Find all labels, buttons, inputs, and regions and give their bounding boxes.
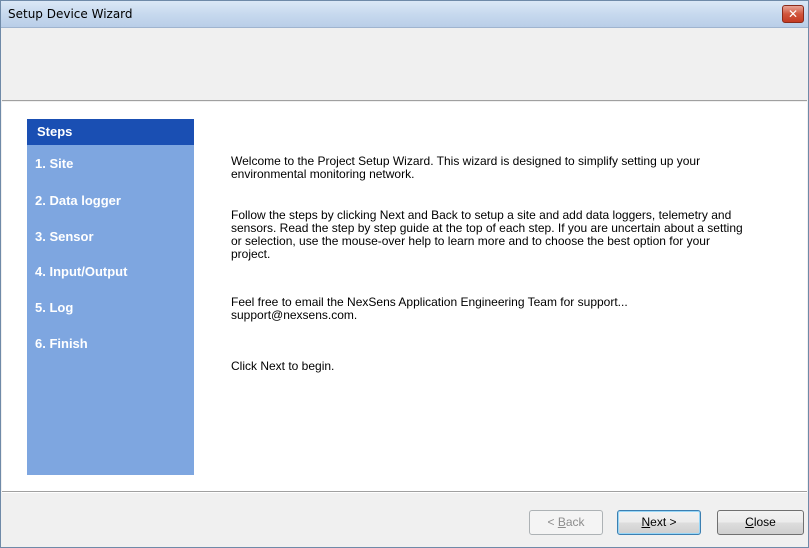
close-button-label: lose — [753, 515, 776, 529]
step-log: 5. Log — [35, 300, 74, 315]
wizard-header-area — [2, 29, 807, 101]
next-button[interactable]: Next > — [617, 510, 701, 535]
next-button-label: ext > — [650, 515, 677, 529]
next-button-mnemonic: N — [641, 515, 651, 529]
title-bar[interactable]: Setup Device Wizard ✕ — [1, 1, 808, 28]
steps-panel: Steps 1. Site 2. Data logger 3. Sensor 4… — [27, 119, 194, 475]
begin-prompt: Click Next to begin. — [231, 359, 335, 373]
footer-divider-highlight — [2, 492, 807, 493]
back-button[interactable]: < Back — [529, 510, 603, 535]
welcome-paragraph: Welcome to the Project Setup Wizard. Thi… — [231, 154, 701, 181]
support-email: support@nexsens.com. — [231, 308, 358, 322]
close-window-icon[interactable]: ✕ — [782, 5, 804, 23]
back-button-prefix: < — [547, 515, 558, 529]
wizard-content: Steps 1. Site 2. Data logger 3. Sensor 4… — [2, 103, 807, 491]
step-sensor: 3. Sensor — [35, 229, 94, 244]
steps-header: Steps — [27, 119, 194, 145]
close-button-mnemonic: C — [745, 515, 754, 529]
step-data-logger: 2. Data logger — [35, 193, 121, 208]
instructions-paragraph: Follow the steps by clicking Next and Ba… — [231, 208, 743, 261]
window-title: Setup Device Wizard — [8, 7, 133, 21]
close-button[interactable]: Close — [717, 510, 804, 535]
step-finish: 6. Finish — [35, 336, 88, 351]
back-button-label: ack — [565, 515, 585, 529]
step-input-output: 4. Input/Output — [35, 264, 128, 279]
back-button-mnemonic: B — [557, 515, 566, 529]
wizard-window: Setup Device Wizard ✕ Steps 1. Site 2. D… — [0, 0, 809, 548]
step-site: 1. Site — [35, 156, 74, 171]
